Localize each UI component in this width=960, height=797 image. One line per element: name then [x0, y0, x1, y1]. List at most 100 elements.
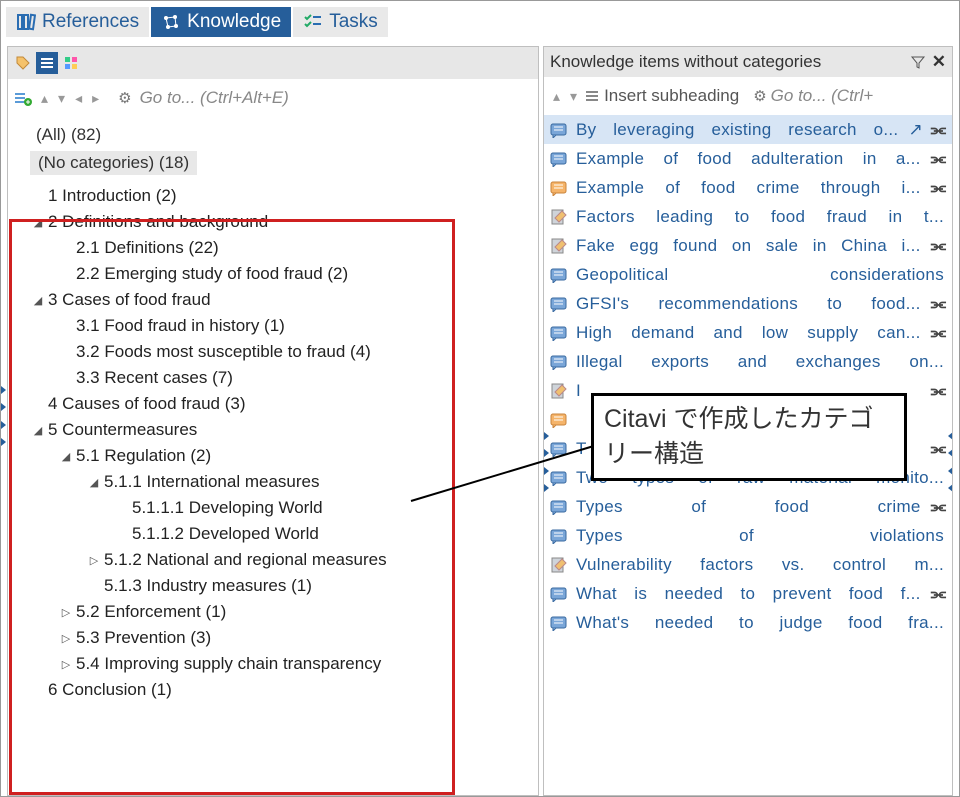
tab-references[interactable]: References	[6, 7, 149, 37]
knowledge-item-title: Types of violations	[576, 526, 946, 546]
tab-label: Knowledge	[187, 11, 281, 33]
link-icon[interactable]: ⫘	[931, 497, 946, 517]
tree-node[interactable]: ◢3 Cases of food fraud	[18, 287, 524, 313]
knowledge-item[interactable]: Geopolitical considerations	[544, 260, 952, 289]
tree-node[interactable]: 4 Causes of food fraud (3)	[18, 391, 524, 417]
main-tabs: References Knowledge Tasks	[1, 1, 959, 40]
knowledge-item-title: Example of food adulteration in a...	[576, 149, 923, 169]
knowledge-item-title: Illegal exports and exchanges on...	[576, 352, 946, 372]
link-icon[interactable]: ⫘	[931, 120, 946, 140]
knowledge-item-title: Example of food crime through i...	[576, 178, 923, 198]
knowledge-item[interactable]: GFSI's recommendations to food... ⫘	[544, 289, 952, 318]
gear-icon[interactable]: ⚙	[118, 89, 131, 107]
no-categories-row[interactable]: (No categories) (18)	[30, 151, 197, 175]
link-icon[interactable]: ⫘	[931, 178, 946, 198]
link-icon[interactable]: ⫘	[931, 236, 946, 256]
gear-icon[interactable]: ⚙	[753, 87, 766, 105]
mid-handle-l[interactable]	[543, 427, 549, 497]
tab-label: References	[42, 11, 139, 33]
link-icon[interactable]: ⫘	[931, 323, 946, 343]
tree-node[interactable]: 3.1 Food fraud in history (1)	[18, 313, 524, 339]
knowledge-item[interactable]: Types of food crime ⫘	[544, 492, 952, 521]
tree-node[interactable]: 5.1.3 Industry measures (1)	[18, 573, 524, 599]
knowledge-item[interactable]: By leveraging existing research o... ↗ ⫘	[544, 115, 952, 144]
tree-node[interactable]: 1 Introduction (2)	[18, 183, 524, 209]
knowledge-item-title: Types of food crime	[576, 497, 923, 517]
link-icon[interactable]: ⫘	[931, 584, 946, 604]
tab-tasks[interactable]: Tasks	[293, 7, 388, 37]
all-row[interactable]: (All) (82)	[18, 123, 528, 149]
insert-subheading[interactable]: Insert subheading	[604, 86, 739, 106]
up-arrow-icon[interactable]: ▴	[38, 90, 51, 107]
knowledge-list[interactable]: By leveraging existing research o...↗⫘Ex…	[544, 115, 952, 637]
right-subbar: ▴ ▾ Insert subheading ⚙ Go to... (Ctrl+	[544, 77, 952, 115]
link-icon[interactable]: ⫘	[931, 439, 946, 459]
goto-input[interactable]: Go to... (Ctrl+Alt+E)	[136, 88, 534, 108]
tree-node[interactable]: ◢2 Definitions and background	[18, 209, 524, 235]
list-icon[interactable]	[584, 88, 600, 104]
left-subbar: ▴ ▾ ◂ ▸ ⚙ Go to... (Ctrl+Alt+E)	[8, 79, 538, 117]
knowledge-item-title: GFSI's recommendations to food...	[576, 294, 923, 314]
left-arrow-icon[interactable]: ◂	[72, 90, 85, 107]
tasks-icon	[303, 12, 323, 32]
grid-button[interactable]	[60, 52, 82, 74]
right-header: Knowledge items without categories ✕	[544, 47, 952, 77]
annotation-callout: Citavi で作成したカテゴリー構造	[591, 393, 907, 481]
tree-node[interactable]: 6 Conclusion (1)	[18, 677, 524, 703]
knowledge-item-title: Factors leading to food fraud in t...	[576, 207, 946, 227]
link-icon[interactable]: ⫘	[931, 294, 946, 314]
categories-body: (All) (82) (No categories) (18) 1 Introd…	[8, 117, 538, 703]
knowledge-item-title: Geopolitical considerations	[576, 265, 946, 285]
tree-node[interactable]: 2.2 Emerging study of food fraud (2)	[18, 261, 524, 287]
knowledge-item[interactable]: What is needed to prevent food f... ⫘	[544, 579, 952, 608]
right-arrow-icon[interactable]: ▸	[89, 90, 102, 107]
up-arrow-icon[interactable]: ▴	[550, 88, 563, 105]
tree-node[interactable]: 5.1.1.1 Developing World	[18, 495, 524, 521]
link-icon[interactable]: ⫘	[931, 149, 946, 169]
tree-node[interactable]: ◢5 Countermeasures	[18, 417, 524, 443]
knowledge-item-title: What's needed to judge food fra...	[576, 613, 946, 633]
knowledge-item[interactable]: Vulnerability factors vs. control m...	[544, 550, 952, 579]
tree-node[interactable]: ▷5.3 Prevention (3)	[18, 625, 524, 651]
tag-button[interactable]	[12, 52, 34, 74]
knowledge-item[interactable]: Fake egg found on sale in China i... ⫘	[544, 231, 952, 260]
tree-node[interactable]: 3.2 Foods most susceptible to fraud (4)	[18, 339, 524, 365]
books-icon	[16, 12, 36, 32]
knowledge-item[interactable]: Illegal exports and exchanges on...	[544, 347, 952, 376]
knowledge-icon	[161, 12, 181, 32]
left-toolbar	[8, 47, 538, 79]
right-title: Knowledge items without categories	[550, 52, 821, 72]
tab-label: Tasks	[329, 11, 378, 33]
knowledge-item-title: Vulnerability factors vs. control m...	[576, 555, 946, 575]
knowledge-item-title: What is needed to prevent food f...	[576, 584, 923, 604]
mid-handle-r[interactable]	[947, 427, 953, 497]
knowledge-item[interactable]: Example of food crime through i... ⫘	[544, 173, 952, 202]
goto-input[interactable]: Go to... (Ctrl+	[771, 86, 874, 106]
tree-node[interactable]: ▷5.4 Improving supply chain transparency	[18, 651, 524, 677]
tree-node[interactable]: ▷5.2 Enforcement (1)	[18, 599, 524, 625]
knowledge-item-title: High demand and low supply can...	[576, 323, 923, 343]
tab-knowledge[interactable]: Knowledge	[151, 7, 291, 37]
filter-icon[interactable]	[910, 54, 926, 70]
knowledge-item-title: By leveraging existing research o...	[576, 120, 900, 140]
category-tree[interactable]: 1 Introduction (2)◢2 Definitions and bac…	[18, 177, 528, 703]
tree-node[interactable]: ◢5.1 Regulation (2)	[18, 443, 524, 469]
tree-node[interactable]: ▷5.1.2 National and regional measures	[18, 547, 524, 573]
list-button[interactable]	[36, 52, 58, 74]
link-icon[interactable]: ⫘	[931, 381, 946, 401]
down-arrow-icon[interactable]: ▾	[567, 88, 580, 105]
close-icon[interactable]: ✕	[932, 52, 946, 72]
knowledge-item[interactable]: Example of food adulteration in a... ⫘	[544, 144, 952, 173]
knowledge-item[interactable]: High demand and low supply can... ⫘	[544, 318, 952, 347]
knowledge-item[interactable]: What's needed to judge food fra...	[544, 608, 952, 637]
tree-node[interactable]: 5.1.1.2 Developed World	[18, 521, 524, 547]
open-icon[interactable]: ↗	[908, 120, 922, 140]
knowledge-item[interactable]: Factors leading to food fraud in t...	[544, 202, 952, 231]
tree-node[interactable]: 2.1 Definitions (22)	[18, 235, 524, 261]
new-category-button[interactable]	[12, 87, 34, 109]
knowledge-item-title: Fake egg found on sale in China i...	[576, 236, 923, 256]
tree-node[interactable]: ◢5.1.1 International measures	[18, 469, 524, 495]
down-arrow-icon[interactable]: ▾	[55, 90, 68, 107]
knowledge-item[interactable]: Types of violations	[544, 521, 952, 550]
tree-node[interactable]: 3.3 Recent cases (7)	[18, 365, 524, 391]
